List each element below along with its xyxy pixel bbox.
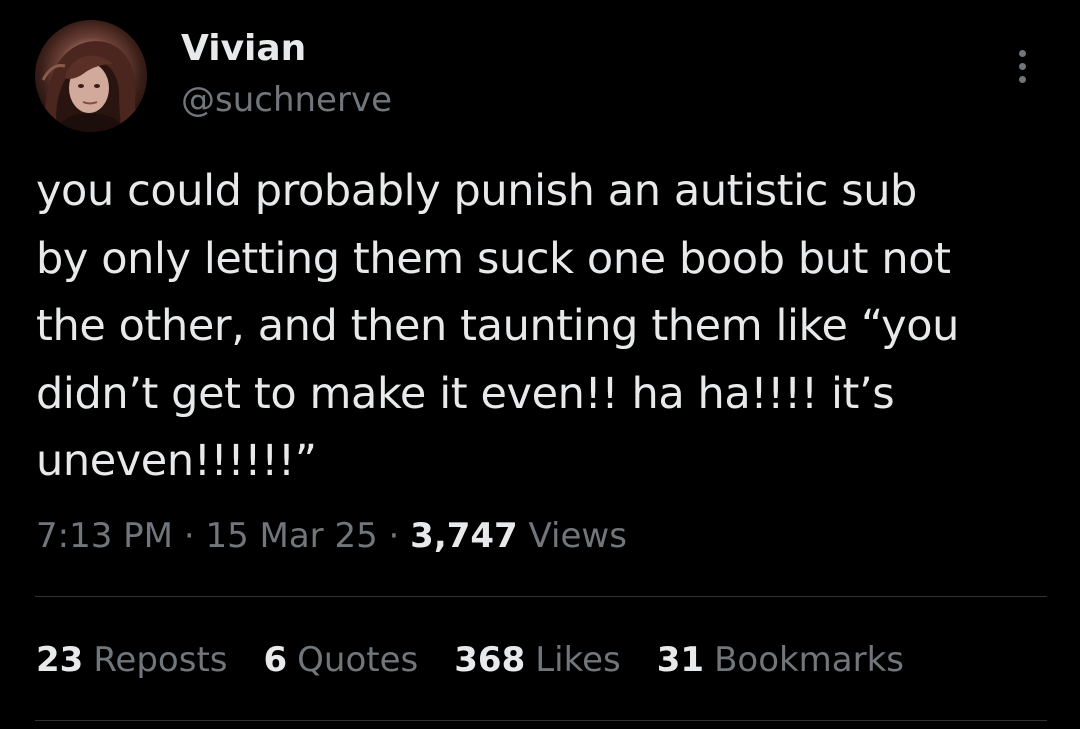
more-options-icon bbox=[1018, 49, 1026, 57]
tweet-meta: 7:13 PM · 15 Mar 25 · 3,747 Views bbox=[36, 512, 627, 560]
tweet-time[interactable]: 7:13 PM bbox=[36, 516, 173, 556]
more-options-icon bbox=[1018, 75, 1026, 83]
views-label: Views bbox=[528, 516, 627, 556]
author-handle[interactable]: @suchnerve bbox=[181, 80, 392, 120]
reposts-stat[interactable]: 23 Reposts bbox=[36, 636, 228, 684]
views-count: 3,747 bbox=[410, 516, 518, 556]
divider bbox=[35, 596, 1047, 597]
author-name[interactable]: Vivian bbox=[181, 28, 306, 70]
engagement-stats: 23 Reposts 6 Quotes 368 Likes 31 Bookmarks bbox=[36, 636, 904, 684]
more-options-icon bbox=[1018, 62, 1026, 70]
bookmarks-stat[interactable]: 31 Bookmarks bbox=[657, 636, 904, 684]
meta-separator: · bbox=[183, 516, 195, 556]
quotes-stat[interactable]: 6 Quotes bbox=[264, 636, 419, 684]
tweet-text-line: by only letting them suck one boob but n… bbox=[36, 233, 951, 284]
tweet-text: you could probably punish an autistic su… bbox=[36, 158, 1051, 496]
meta-separator: · bbox=[388, 516, 400, 556]
likes-count: 368 bbox=[454, 640, 526, 680]
avatar[interactable] bbox=[35, 20, 147, 132]
bookmarks-count: 31 bbox=[656, 640, 705, 680]
tweet-text-line: the other, and then taunting them like “… bbox=[36, 301, 959, 351]
avatar-image bbox=[41, 41, 143, 132]
bookmarks-label: Bookmarks bbox=[714, 640, 905, 680]
tweet-text-line: you could probably punish an autistic su… bbox=[36, 166, 917, 216]
reposts-label: Reposts bbox=[93, 640, 228, 680]
tweet-date[interactable]: 15 Mar 25 bbox=[205, 516, 377, 556]
likes-stat[interactable]: 368 Likes bbox=[454, 636, 620, 684]
more-options-button[interactable] bbox=[1004, 44, 1040, 88]
reposts-count: 23 bbox=[36, 640, 84, 680]
tweet-card: Vivian @suchnerve you could probably pun… bbox=[0, 0, 1080, 729]
tweet-text-line: uneven!!!!!!” bbox=[36, 436, 317, 486]
quotes-label: Quotes bbox=[297, 640, 419, 680]
likes-label: Likes bbox=[535, 640, 621, 680]
divider bbox=[35, 720, 1047, 721]
tweet-text-line: didn’t get to make it even!! ha ha!!!! i… bbox=[36, 368, 895, 419]
quotes-count: 6 bbox=[263, 640, 288, 680]
